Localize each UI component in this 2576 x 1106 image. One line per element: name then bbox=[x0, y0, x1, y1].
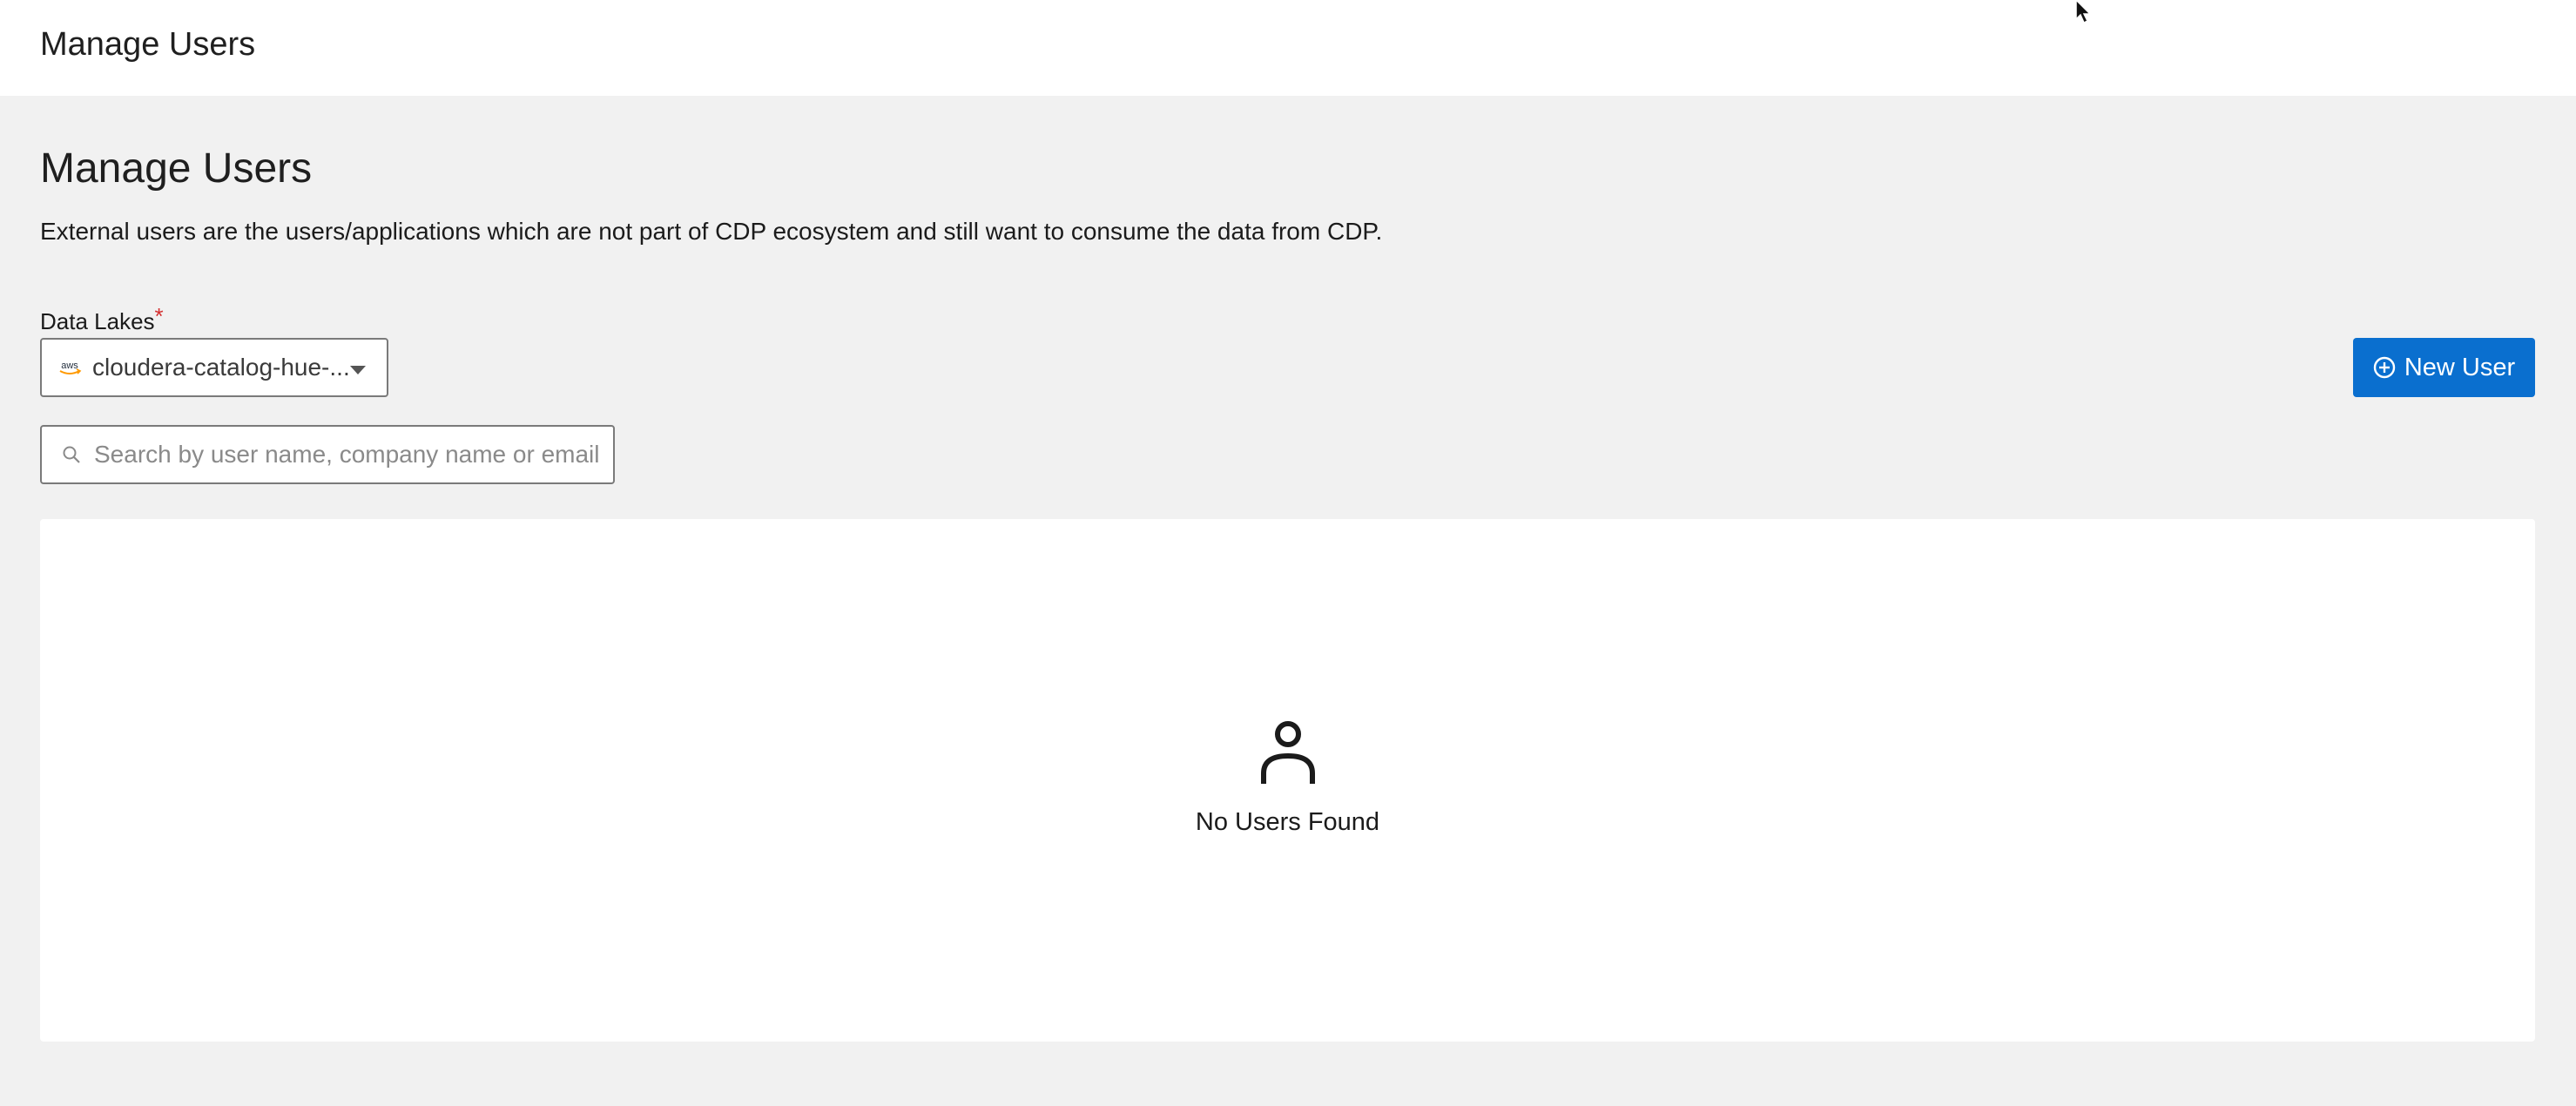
search-input[interactable] bbox=[94, 441, 608, 469]
data-lakes-label: Data Lakes* bbox=[40, 303, 164, 335]
mouse-cursor-icon bbox=[2075, 0, 2092, 24]
top-bar-title: Manage Users bbox=[40, 26, 256, 63]
new-user-button-label: New User bbox=[2404, 353, 2516, 381]
plus-circle-icon bbox=[2373, 356, 2396, 379]
main-content: Manage Users External users are the user… bbox=[0, 96, 2576, 1106]
svg-text:aws: aws bbox=[61, 361, 78, 371]
required-marker: * bbox=[154, 303, 164, 329]
user-icon bbox=[1261, 721, 1315, 784]
data-lakes-selected-value: cloudera-catalog-hue-... bbox=[92, 354, 350, 381]
chevron-down-icon bbox=[350, 366, 366, 374]
search-icon bbox=[63, 446, 80, 463]
search-box[interactable] bbox=[40, 425, 615, 484]
data-lakes-select[interactable]: aws cloudera-catalog-hue-... bbox=[40, 338, 388, 397]
users-list-panel: No Users Found bbox=[40, 519, 2535, 1042]
aws-icon: aws bbox=[59, 361, 82, 374]
page-description: External users are the users/application… bbox=[40, 218, 1383, 245]
new-user-button[interactable]: New User bbox=[2353, 338, 2535, 397]
data-lakes-label-text: Data Lakes bbox=[40, 308, 155, 334]
top-bar: Manage Users bbox=[0, 0, 2576, 96]
empty-state-message: No Users Found bbox=[1195, 808, 1380, 836]
page-title: Manage Users bbox=[40, 145, 313, 192]
